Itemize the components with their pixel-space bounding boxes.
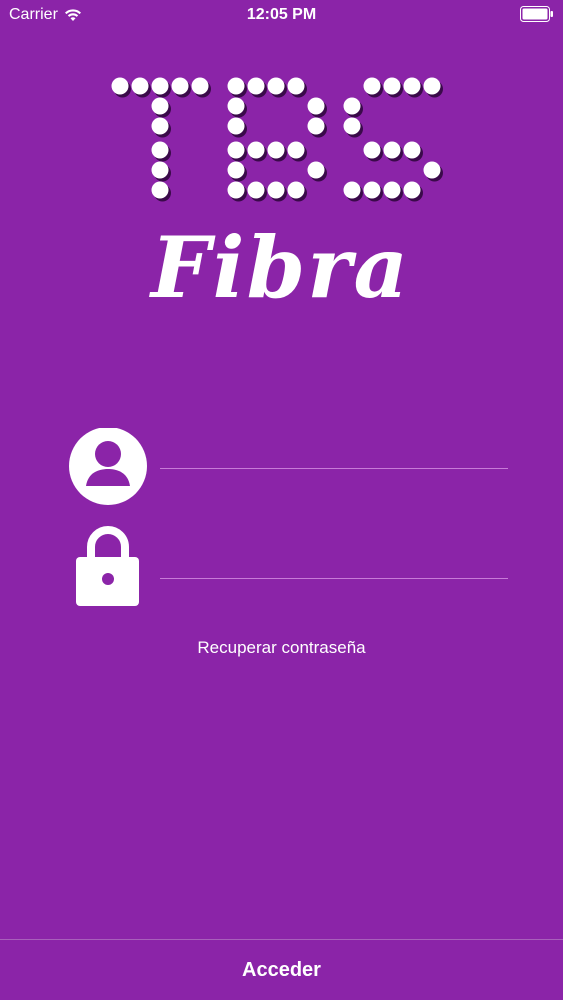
logo-dot [227,161,245,179]
password-row [66,522,508,606]
username-row [66,428,508,508]
logo-dot [383,77,401,95]
logo-dot [363,77,381,95]
logo-dot [247,141,265,159]
tbs-dot-logo [111,77,443,202]
logo-dot [423,77,441,95]
logo-dot [363,181,381,199]
app-logo: Fibra [108,70,453,330]
username-input[interactable] [160,432,508,468]
password-input[interactable] [160,540,508,576]
logo-dot [267,181,285,199]
logo-dot [247,77,265,95]
logo-dot [423,161,441,179]
password-underline [160,578,508,579]
logo-dot [307,161,325,179]
battery-icon [520,6,553,22]
logo-dot [227,117,245,135]
user-icon [69,428,147,505]
logo-dot [403,181,421,199]
logo-dot [307,117,325,135]
logo-dot [343,181,361,199]
lock-icon [76,526,139,606]
logo-dot [403,141,421,159]
logo-dot [267,77,285,95]
logo-dot [287,181,305,199]
logo-dot [343,117,361,135]
login-button[interactable]: Acceder [0,939,563,1000]
logo-dot [403,77,421,95]
logo-dot [383,141,401,159]
logo-dot [151,97,169,115]
logo-dot [227,97,245,115]
logo-dot [267,141,285,159]
logo-dot [287,77,305,95]
logo-dot [151,141,169,159]
logo-dot [111,77,129,95]
username-underline [160,468,508,469]
logo-dot [151,181,169,199]
logo-dot [227,141,245,159]
logo-dot [343,97,361,115]
logo-product-name: Fibra [151,218,410,317]
logo-dot [383,181,401,199]
logo-dot [151,77,169,95]
logo-dot [247,181,265,199]
logo-dot [363,141,381,159]
logo-dot [307,97,325,115]
clock: 12:05 PM [246,6,317,23]
logo-dot [191,77,209,95]
logo-dot [287,141,305,159]
logo-dot [151,161,169,179]
recover-password-row: Recuperar contraseña [0,638,563,658]
recover-password-link[interactable]: Recuperar contraseña [197,638,365,657]
logo-dot [151,117,169,135]
status-bar: Carrier 12:05 PM [0,0,563,30]
logo-dot [131,77,149,95]
logo-dot [227,77,245,95]
logo-dot [171,77,189,95]
logo-dot [227,181,245,199]
